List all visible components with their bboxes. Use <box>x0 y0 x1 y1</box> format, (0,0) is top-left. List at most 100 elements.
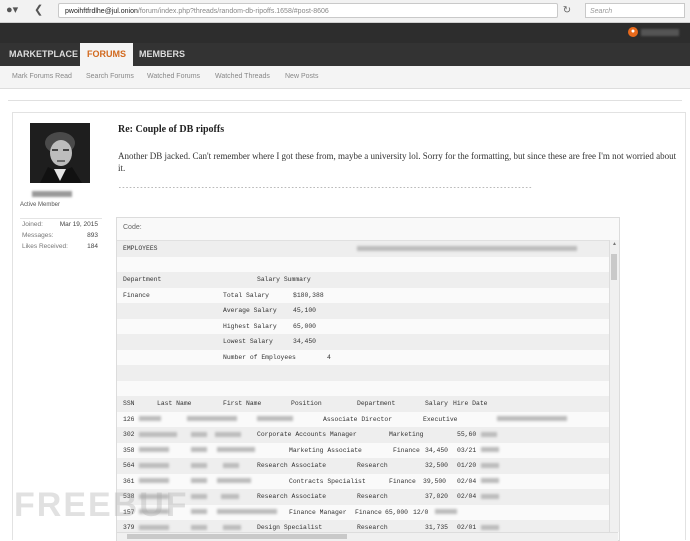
back-arrow-icon[interactable]: ❮ <box>34 3 43 18</box>
link-search-forums[interactable]: Search Forums <box>86 73 134 80</box>
redacted-text <box>191 474 207 490</box>
scroll-thumb[interactable] <box>611 254 617 280</box>
summary-value: 4 <box>327 353 331 361</box>
link-new-posts[interactable]: New Posts <box>285 73 318 80</box>
post-separator: ----------------------------------------… <box>118 184 533 191</box>
user-title: Active Member <box>20 202 61 208</box>
cell-salary: 65,000 <box>385 508 409 516</box>
avatar[interactable] <box>30 123 90 183</box>
url-host: pwoihftfrdlhe@jul.onion <box>65 8 138 15</box>
summary-heading-dept: Department <box>123 276 162 283</box>
redacted-text <box>215 427 241 443</box>
link-watched-forums[interactable]: Watched Forums <box>147 73 200 80</box>
cell-ssn: 126 <box>123 415 135 423</box>
browser-menu-icon[interactable]: ●▾ <box>6 3 18 18</box>
account-name-redacted[interactable] <box>641 29 679 36</box>
address-bar[interactable]: pwoihftfrdlhe@jul.onion/forum/index.php?… <box>58 3 558 18</box>
code-line: Average Salary 45,100 <box>117 303 609 319</box>
page-divider <box>8 92 682 101</box>
code-line: Department Salary Summary <box>117 272 609 288</box>
cell-hire-date: 03/21 <box>457 446 477 454</box>
redacted-text <box>481 427 497 443</box>
tab-forums[interactable]: FORUMS <box>80 43 133 66</box>
table-row: 564 Research Associate Research 32,500 01/20 <box>117 458 609 474</box>
summary-key: Average Salary <box>223 307 277 314</box>
summary-value: $180,388 <box>293 291 324 299</box>
cell-ssn: 302 <box>123 431 135 438</box>
cell-salary: 34,450 <box>425 446 449 454</box>
cell-salary: 32,500 <box>425 462 449 469</box>
url-path: /forum/index.php?threads/random-db-ripof… <box>137 8 329 15</box>
summary-key: Highest Salary <box>223 322 277 330</box>
tab-members[interactable]: MEMBERS <box>132 43 192 66</box>
table-row: 361 Contracts Specialist Finance 39,500 02/0… <box>117 474 609 490</box>
redacted-text <box>139 443 169 459</box>
summary-dept: Finance <box>123 291 150 299</box>
username-redacted[interactable] <box>32 191 72 197</box>
redacted-text <box>139 427 177 443</box>
redacted-text <box>435 505 457 521</box>
stat-likes-label: Likes Received: <box>22 243 68 250</box>
redacted-text <box>223 458 239 474</box>
table-row: 538 Research Associate Research 37,020 02/04 <box>117 489 609 505</box>
link-mark-forums-read[interactable]: Mark Forums Read <box>12 73 72 80</box>
redacted-text <box>191 505 207 521</box>
redacted-text <box>139 458 169 474</box>
post-title: Re: Couple of DB ripoffs <box>118 124 225 135</box>
cell-salary: 37,020 <box>425 493 449 500</box>
code-content[interactable]: EMPLOYEES Department Salary Summary Finan… <box>117 240 609 533</box>
cell-position: Finance Manager <box>289 508 347 516</box>
col-header-hire-date: Hire Date <box>453 400 488 407</box>
redacted-text <box>481 443 499 459</box>
code-line: Number of Employees 4 <box>117 350 609 366</box>
summary-value: 65,000 <box>293 322 317 330</box>
redacted-text <box>217 443 255 459</box>
scroll-thumb[interactable] <box>127 534 347 539</box>
cell-position: Associate Director <box>323 415 393 423</box>
cell-position: Marketing Associate <box>289 446 362 454</box>
search-input[interactable]: Search <box>585 3 685 18</box>
stat-joined-value: Mar 19, 2015 <box>59 221 98 228</box>
cell-department: Finance <box>389 477 416 485</box>
code-line: Finance Total Salary $180,388 <box>117 288 609 304</box>
cell-department: Research <box>357 462 388 469</box>
redacted-text <box>221 489 239 505</box>
link-watched-threads[interactable]: Watched Threads <box>215 73 270 80</box>
redacted-text <box>481 458 499 474</box>
user-account-icon[interactable]: ● <box>628 27 638 37</box>
cell-hire-date: 02/04 <box>457 493 477 500</box>
code-vertical-scrollbar[interactable]: ▲ <box>609 240 619 532</box>
stat-messages-label: Messages: <box>22 232 54 239</box>
code-horizontal-scrollbar[interactable] <box>117 532 618 541</box>
summary-key: Total Salary <box>223 291 270 299</box>
cell-ssn: 358 <box>123 446 135 454</box>
cell-department: Marketing <box>389 431 424 438</box>
redacted-text <box>481 474 499 490</box>
redacted-text <box>481 489 499 505</box>
summary-key: Lowest Salary <box>223 338 273 345</box>
table-row: 126 Associate Director Executive <box>117 412 609 428</box>
col-header-salary: Salary <box>425 400 449 407</box>
main-nav: MARKETPLACE FORUMS MEMBERS <box>0 43 690 66</box>
cell-ssn: 564 <box>123 462 135 469</box>
table-row: 302 Corporate Accounts Manager Marketing 55… <box>117 427 609 443</box>
redacted-text <box>191 458 207 474</box>
cell-salary: 55,60 <box>457 431 477 438</box>
redacted-text <box>257 412 293 428</box>
stat-messages-value: 893 <box>87 232 98 239</box>
cell-position: Contracts Specialist <box>289 477 366 485</box>
code-header: EMPLOYEES <box>123 245 158 252</box>
cell-department: Research <box>357 493 388 500</box>
browser-toolbar: ●▾ ❮ pwoihftfrdlhe@jul.onion/forum/index… <box>0 0 690 23</box>
stat-joined-label: Joined: <box>22 221 43 228</box>
redacted-text <box>139 412 161 428</box>
code-line: Lowest Salary 34,450 <box>117 334 609 350</box>
col-header-first-name: First Name <box>223 400 262 407</box>
scroll-up-arrow-icon[interactable]: ▲ <box>610 241 619 247</box>
cell-hire-date: 01/20 <box>457 462 477 469</box>
table-row: 157 Finance Manager Finance 65,000 12/0 <box>117 505 609 521</box>
reload-icon[interactable]: ↻ <box>560 3 574 18</box>
col-header-ssn: SSN <box>123 400 135 407</box>
tab-marketplace[interactable]: MARKETPLACE <box>2 43 85 66</box>
